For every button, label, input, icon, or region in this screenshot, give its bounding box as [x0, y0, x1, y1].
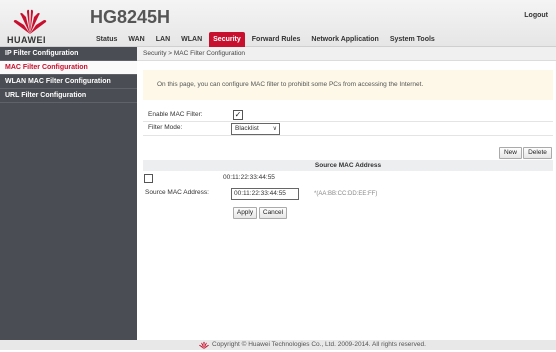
row-select-checkbox[interactable]	[144, 174, 153, 183]
mac-format-hint: *(AA:BB:CC:DD:EE:FF)	[314, 191, 378, 197]
chevron-down-icon: ∨	[272, 126, 277, 132]
nav-system-tools[interactable]: System Tools	[386, 33, 439, 47]
huawei-logo-small	[198, 341, 210, 352]
filter-mode-value: Blacklist	[235, 125, 259, 132]
header-bar: HUAWEI HG8245H Logout Status WAN LAN WLA…	[0, 0, 556, 47]
row-mac-value: 00:11:22:33:44:55	[223, 174, 275, 181]
sidebar-item-url-filter[interactable]: URL Filter Configuration	[0, 89, 137, 103]
nav-status[interactable]: Status	[92, 33, 121, 47]
sidebar-item-ip-filter[interactable]: IP Filter Configuration	[0, 47, 137, 61]
footer: Copyright © Huawei Technologies Co., Ltd…	[0, 340, 556, 350]
enable-filter-label: Enable MAC Filter:	[148, 111, 203, 118]
nav-lan[interactable]: LAN	[152, 33, 174, 47]
table-header: Source MAC Address	[143, 160, 553, 171]
apply-button[interactable]: Apply	[233, 207, 257, 219]
sidebar: IP Filter Configuration MAC Filter Confi…	[0, 47, 137, 340]
copyright-text: Copyright © Huawei Technologies Co., Ltd…	[212, 341, 426, 348]
source-mac-label: Source MAC Address:	[145, 189, 209, 196]
logout-link[interactable]: Logout	[524, 12, 548, 19]
nav-security[interactable]: Security	[209, 32, 245, 47]
column-header-source-mac: Source MAC Address	[314, 162, 382, 169]
nav-forward-rules[interactable]: Forward Rules	[248, 33, 305, 47]
form-divider	[143, 121, 553, 122]
brand-name: HUAWEI	[7, 35, 46, 45]
main-nav: Status WAN LAN WLAN Security Forward Rul…	[92, 32, 442, 47]
new-button[interactable]: New	[499, 147, 522, 159]
table-row[interactable]: 00:11:22:33:44:55	[143, 172, 553, 184]
device-model: HG8245H	[90, 7, 171, 27]
sidebar-item-mac-filter[interactable]: MAC Filter Configuration	[0, 61, 137, 75]
main-content: Security > MAC Filter Configuration On t…	[137, 47, 556, 340]
nav-wlan[interactable]: WLAN	[177, 33, 206, 47]
source-mac-input[interactable]: 00:11:22:33:44:55	[231, 188, 299, 200]
filter-mode-select[interactable]: Blacklist ∨	[231, 123, 280, 135]
nav-network-application[interactable]: Network Application	[307, 33, 382, 47]
breadcrumb: Security > MAC Filter Configuration	[137, 47, 556, 61]
nav-wan[interactable]: WAN	[124, 33, 148, 47]
notice-box: On this page, you can configure MAC filt…	[143, 70, 553, 100]
filter-mode-label: Filter Mode:	[148, 124, 183, 131]
sidebar-item-wlan-mac-filter[interactable]: WLAN MAC Filter Configuration	[0, 75, 137, 89]
enable-filter-checkbox[interactable]: ✓	[233, 110, 243, 120]
delete-button[interactable]: Delete	[523, 147, 552, 159]
cancel-button[interactable]: Cancel	[259, 207, 287, 219]
form-divider	[143, 135, 553, 136]
